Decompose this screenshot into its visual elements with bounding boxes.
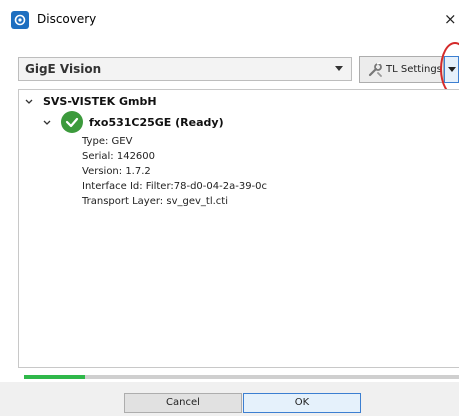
chevron-down-icon bbox=[335, 66, 343, 71]
window-title: Discovery bbox=[37, 12, 97, 26]
device-transport-layer: Transport Layer: sv_gev_tl.cti bbox=[82, 196, 228, 207]
vendor-node-label[interactable]: SVS-VISTEK GmbH bbox=[43, 95, 157, 108]
device-type: Type: GEV bbox=[82, 136, 133, 147]
interface-select-value: GigE Vision bbox=[25, 62, 102, 76]
expand-chevron-icon[interactable] bbox=[25, 98, 33, 106]
device-serial: Serial: 142600 bbox=[82, 151, 156, 162]
highlight-circle bbox=[440, 42, 459, 96]
progress-fill bbox=[24, 375, 85, 379]
title-bar: Discovery × bbox=[0, 0, 459, 40]
cancel-button[interactable]: Cancel bbox=[124, 393, 242, 413]
tl-settings-button[interactable]: TL Settings bbox=[359, 56, 444, 83]
camera-app-icon bbox=[11, 11, 29, 29]
discovery-progress-bar bbox=[24, 375, 459, 379]
close-button[interactable]: × bbox=[444, 8, 459, 30]
device-node-label[interactable]: fxo531C25GE (Ready) bbox=[89, 116, 224, 129]
ok-button[interactable]: OK bbox=[243, 393, 361, 413]
check-circle-icon bbox=[61, 111, 83, 133]
device-version: Version: 1.7.2 bbox=[82, 166, 151, 177]
device-interface-id: Interface Id: Filter:78-d0-04-2a-39-0c bbox=[82, 181, 268, 192]
wrench-icon bbox=[367, 62, 383, 81]
device-tree bbox=[18, 89, 459, 368]
tl-settings-label: TL Settings bbox=[386, 64, 442, 75]
expand-chevron-icon[interactable] bbox=[43, 119, 51, 127]
interface-select[interactable]: GigE Vision bbox=[18, 57, 352, 81]
